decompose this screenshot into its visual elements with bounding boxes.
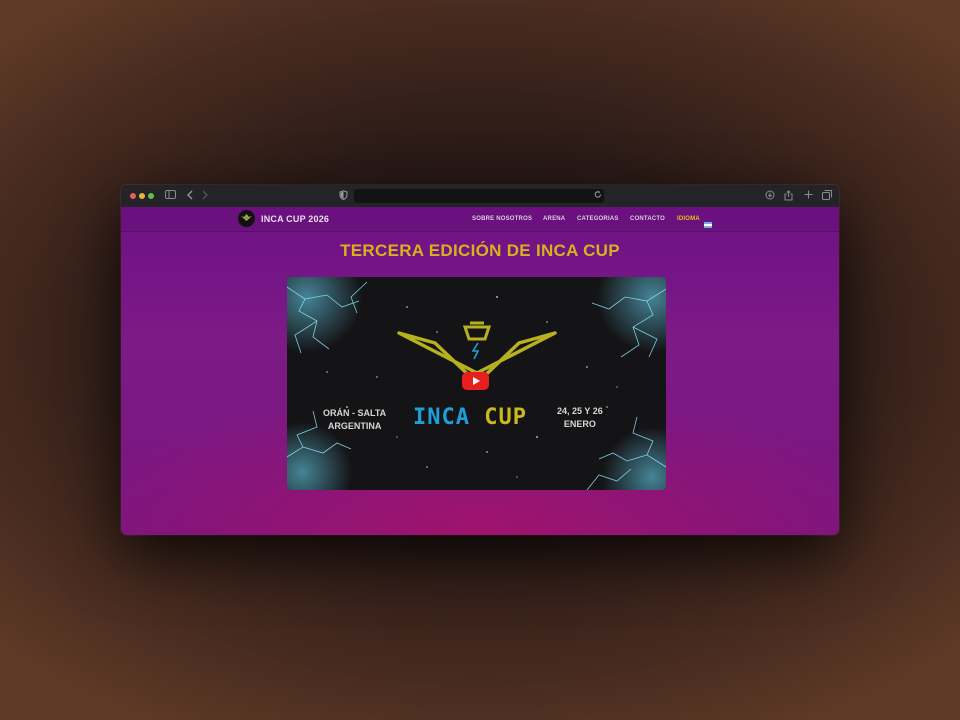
new-tab-icon[interactable]: [804, 190, 813, 199]
sidebar-toggle-icon[interactable]: [165, 190, 176, 200]
youtube-video-embed[interactable]: INCA CUP ORÁN - SALTA ARGENTINA 24, 25 Y…: [287, 277, 666, 490]
forward-icon[interactable]: [201, 190, 209, 200]
address-bar[interactable]: [354, 189, 604, 203]
video-logo-text: INCA CUP: [413, 405, 527, 430]
nav-categorias[interactable]: CATEGORIAS: [577, 216, 619, 222]
privacy-shield-icon[interactable]: [339, 190, 348, 200]
maximize-window-button[interactable]: [148, 193, 154, 199]
site-navbar: INCA CUP 2026 SOBRE NOSOTROS ARENA CATEG…: [121, 207, 839, 232]
inca-cup-logo[interactable]: [238, 210, 255, 227]
nav-arena[interactable]: ARENA: [543, 216, 565, 222]
reload-icon[interactable]: [594, 190, 602, 199]
back-icon[interactable]: [186, 190, 194, 200]
minimize-window-button[interactable]: [139, 193, 145, 199]
nav-sobre-nosotros[interactable]: SOBRE NOSOTROS: [472, 216, 532, 222]
youtube-play-button[interactable]: [462, 372, 489, 390]
tab-overview-icon[interactable]: [822, 190, 832, 200]
browser-window: INCA CUP 2026 SOBRE NOSOTROS ARENA CATEG…: [121, 185, 839, 535]
video-dates: 24, 25 Y 26 ENERO: [557, 406, 603, 429]
nav-idioma[interactable]: IDIOMA: [677, 216, 700, 222]
share-icon[interactable]: [784, 190, 793, 201]
site-brand[interactable]: INCA CUP 2026: [261, 214, 329, 224]
downloads-icon[interactable]: [765, 190, 775, 200]
video-location: ORÁN - SALTA ARGENTINA: [323, 408, 387, 431]
nav-contacto[interactable]: CONTACTO: [630, 216, 665, 222]
web-page: INCA CUP 2026 SOBRE NOSOTROS ARENA CATEG…: [121, 207, 839, 535]
language-flag-icon[interactable]: [704, 215, 712, 233]
page-headline: TERCERA EDICIÓN DE INCA CUP: [340, 241, 620, 260]
close-window-button[interactable]: [130, 193, 136, 199]
browser-toolbar: [121, 185, 839, 208]
